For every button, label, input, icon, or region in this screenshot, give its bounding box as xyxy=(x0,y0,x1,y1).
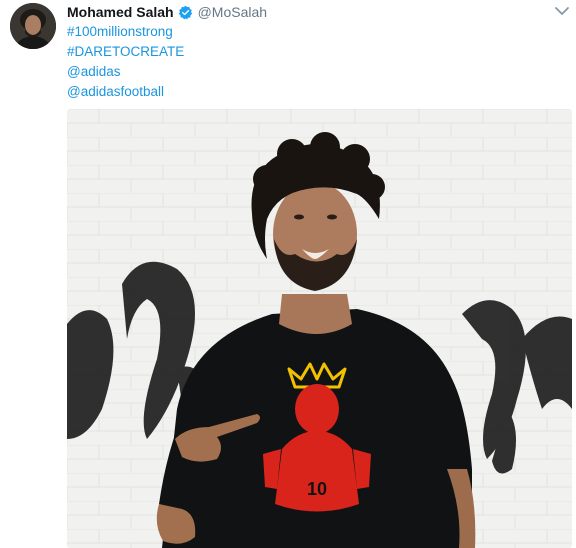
tweet-text: #100millionstrong #DARETOCREATE @adidas … xyxy=(67,22,184,102)
hashtag-link[interactable]: #DARETOCREATE xyxy=(67,42,184,62)
mention-link[interactable]: @adidasfootball xyxy=(67,82,184,102)
chevron-down-icon[interactable] xyxy=(554,4,570,18)
verified-badge-icon xyxy=(178,5,193,20)
author-handle[interactable]: @MoSalah xyxy=(198,4,267,20)
avatar-photo xyxy=(10,3,56,49)
mention-link[interactable]: @adidas xyxy=(67,62,184,82)
author-name[interactable]: Mohamed Salah xyxy=(67,4,174,20)
tweet-header: Mohamed Salah @MoSalah xyxy=(67,2,267,22)
photo-scene: 10 xyxy=(67,109,572,548)
hashtag-link[interactable]: #100millionstrong xyxy=(67,22,184,42)
tweet: Mohamed Salah @MoSalah #100millionstrong… xyxy=(0,0,576,548)
author-avatar[interactable] xyxy=(10,3,56,49)
tweet-photo[interactable]: 10 xyxy=(67,109,572,548)
shirt-number: 10 xyxy=(307,479,327,499)
